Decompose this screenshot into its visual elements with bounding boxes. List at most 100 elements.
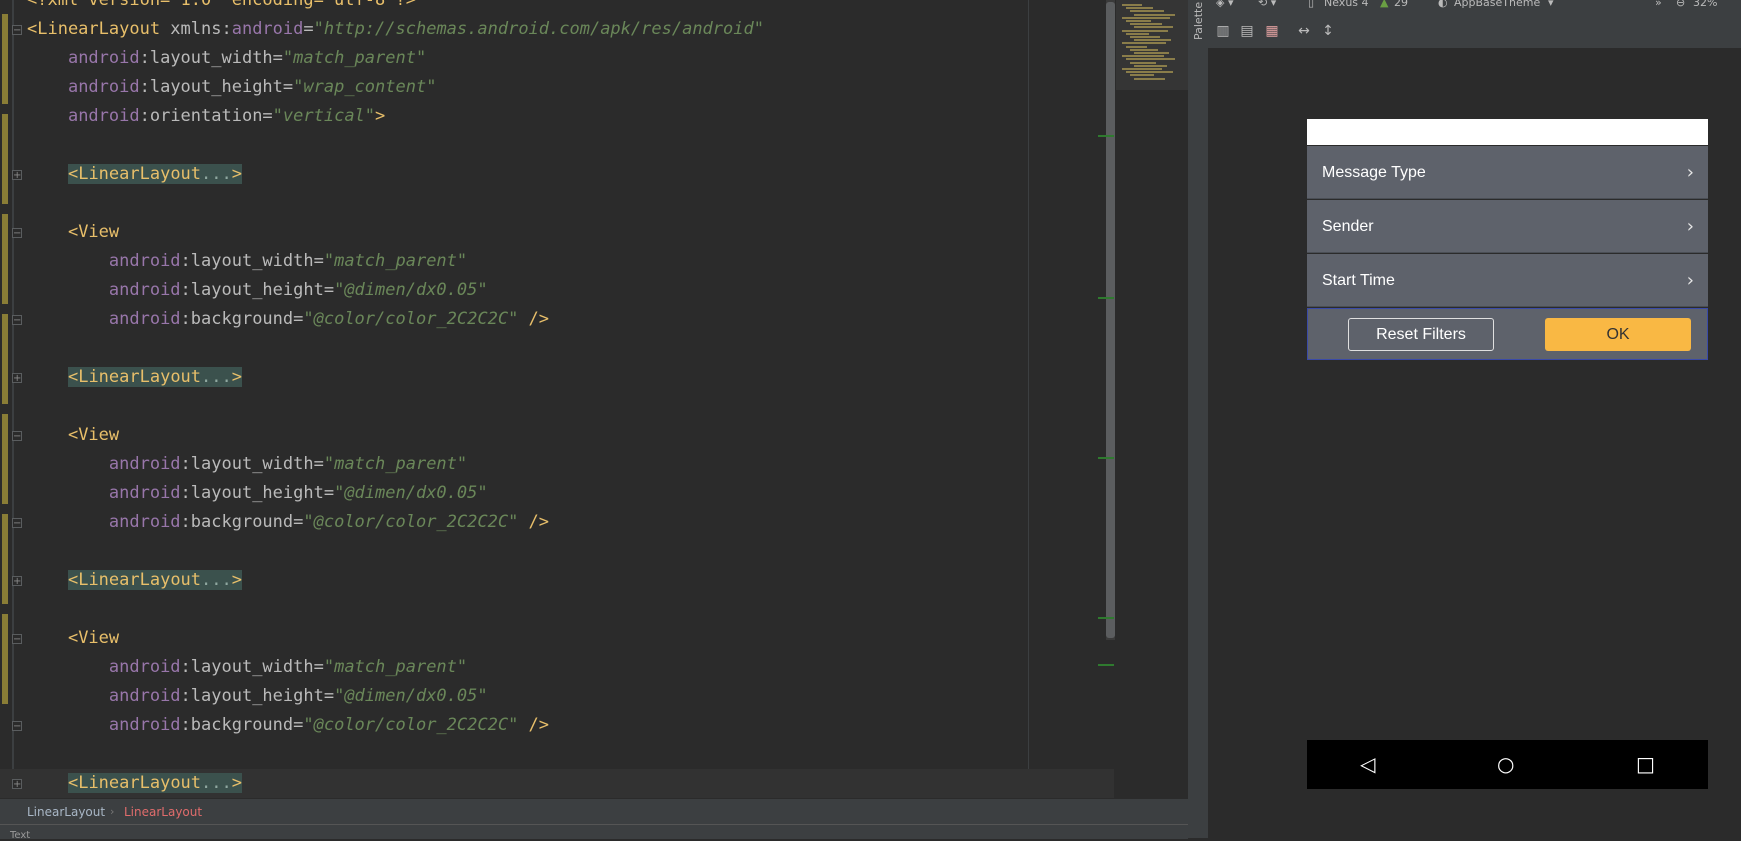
expand-fold-icon[interactable]: + <box>12 373 22 384</box>
vertical-guideline-icon[interactable]: ↕ <box>1320 23 1336 39</box>
expand-fold-icon[interactable]: + <box>12 576 22 587</box>
theme-selector[interactable]: AppBaseTheme <box>1454 0 1540 9</box>
code-line[interactable]: android:orientation="vertical"> <box>0 102 385 131</box>
code-line[interactable]: android:layout_width="match_parent" <box>0 653 467 682</box>
minimap-line <box>1126 58 1175 61</box>
recent-apps-icon[interactable]: □ <box>1636 751 1655 777</box>
scroll-marker <box>1098 617 1114 619</box>
code-line[interactable]: android:layout_height="wrap_content" <box>0 73 436 102</box>
scroll-marker <box>1098 135 1114 137</box>
minimap-line <box>1134 64 1167 67</box>
xml-namespace: android <box>67 106 140 126</box>
breadcrumb-item[interactable]: LinearLayout <box>27 799 105 825</box>
xml-tag: <View <box>67 425 120 445</box>
code-editor[interactable]: <?xml version="1.0" encoding="utf-8"?> <L… <box>0 0 1116 798</box>
zoom-out-icon[interactable]: ⊖ <box>1676 0 1685 9</box>
palette-tab[interactable] <box>1192 0 1209 838</box>
menu-row-sender[interactable]: Sender › <box>1307 200 1708 253</box>
collapse-fold-icon[interactable]: − <box>12 518 22 529</box>
code-line[interactable]: <LinearLayout xmlns:android="http://sche… <box>0 15 764 44</box>
menu-row-label: Sender <box>1322 218 1374 235</box>
xml-value: "match_parent" <box>323 454 468 474</box>
text-tab[interactable]: Text <box>10 830 30 841</box>
code-line[interactable]: android:layout_height="@dimen/dx0.05" <box>0 479 488 508</box>
scrollbar-thumb[interactable] <box>1106 2 1115 638</box>
collapse-fold-icon[interactable]: − <box>12 721 22 732</box>
minimap-line <box>1134 13 1175 16</box>
device-selector[interactable]: Nexus 4 <box>1324 0 1369 9</box>
collapsed-fold[interactable]: <LinearLayout...> <box>67 773 242 793</box>
scroll-marker <box>1098 297 1114 299</box>
breadcrumb: LinearLayout › LinearLayout <box>0 798 1188 825</box>
breadcrumb-separator: › <box>110 805 115 818</box>
xml-close: > <box>231 164 242 184</box>
autoconnect-icon[interactable]: ▦ <box>1264 23 1280 39</box>
change-marker <box>2 114 8 204</box>
orientation-icon[interactable]: ⟲ ▾ <box>1258 0 1276 9</box>
minimap-line <box>1122 4 1142 6</box>
change-marker <box>2 314 8 404</box>
code-line[interactable]: android:layout_width="match_parent" <box>0 44 426 73</box>
xml-namespace: android <box>108 251 181 271</box>
api-selector[interactable]: 29 <box>1394 0 1408 9</box>
menu-row-start-time[interactable]: Start Time › <box>1307 254 1708 307</box>
xml-attr: :layout_width= <box>180 454 324 474</box>
xml-attr: :background= <box>180 512 304 532</box>
menu-row-message-type[interactable]: Message Type › <box>1307 146 1708 199</box>
code-line[interactable]: android:layout_width="match_parent" <box>0 247 467 276</box>
xml-tag: <LinearLayout <box>27 19 161 39</box>
collapse-fold-icon[interactable]: − <box>12 228 22 239</box>
ok-button[interactable]: OK <box>1545 318 1691 351</box>
xml-value: "@color/color_2C2C2C" <box>303 309 519 329</box>
menu-row-label: Message Type <box>1322 164 1426 181</box>
reset-filters-button[interactable]: Reset Filters <box>1348 318 1494 351</box>
blueprint-icon[interactable]: ▤ <box>1239 23 1255 39</box>
minimap-line <box>1122 29 1168 32</box>
code-line[interactable]: <?xml version="1.0" encoding="utf-8"?> <box>0 0 416 15</box>
collapse-fold-icon[interactable]: − <box>12 315 22 326</box>
code-minimap[interactable] <box>1116 0 1188 90</box>
minimap-line <box>1130 61 1156 64</box>
code-line[interactable]: android:layout_height="@dimen/dx0.05" <box>0 682 488 711</box>
theme-dropdown-icon[interactable]: ▾ <box>1548 0 1554 9</box>
device-icon: ▯ <box>1308 0 1315 9</box>
code-line[interactable]: <LinearLayout...> <box>0 160 242 189</box>
xml-value: "@dimen/dx0.05" <box>334 686 488 706</box>
minimap-line <box>1130 36 1160 38</box>
minimap-line <box>1134 77 1165 80</box>
collapsed-fold[interactable]: <LinearLayout...> <box>67 570 242 590</box>
code-line[interactable]: <LinearLayout...> <box>0 363 242 392</box>
xml-value: "@dimen/dx0.05" <box>334 483 488 503</box>
xml-namespace: android <box>108 483 181 503</box>
code-line[interactable]: android:background="@color/color_2C2C2C"… <box>0 305 549 334</box>
expand-fold-icon[interactable]: + <box>12 170 22 181</box>
design-toolbar <box>1208 14 1741 49</box>
code-line[interactable]: <LinearLayout...> <box>0 566 242 595</box>
collapsed-fold[interactable]: <LinearLayout...> <box>67 164 242 184</box>
breadcrumb-item-current[interactable]: LinearLayout <box>124 799 202 825</box>
code-line[interactable]: android:background="@color/color_2C2C2C"… <box>0 711 549 740</box>
change-marker <box>2 614 8 704</box>
back-icon[interactable]: ◁ <box>1360 751 1375 777</box>
code-line[interactable]: android:layout_width="match_parent" <box>0 450 467 479</box>
collapse-fold-icon[interactable]: − <box>12 25 22 36</box>
code-line[interactable]: <LinearLayout...> <box>0 769 1114 798</box>
design-mode-icon[interactable]: ▥ <box>1215 23 1231 39</box>
collapsed-fold[interactable]: <LinearLayout...> <box>67 367 242 387</box>
code-line[interactable]: android:layout_height="@dimen/dx0.05" <box>0 276 488 305</box>
xml-value: "match_parent" <box>282 48 427 68</box>
xml-value: "@color/color_2C2C2C" <box>303 512 519 532</box>
expand-fold-icon[interactable]: + <box>12 779 22 790</box>
code-line[interactable]: android:background="@color/color_2C2C2C"… <box>0 508 549 537</box>
code-line[interactable] <box>0 740 27 769</box>
xml-attr: :background= <box>180 309 304 329</box>
layers-icon[interactable]: ◈ ▾ <box>1216 0 1233 9</box>
horizontal-guideline-icon[interactable]: ↔ <box>1296 23 1312 39</box>
home-icon[interactable]: ○ <box>1497 751 1514 777</box>
chevron-right-icon: › <box>1686 216 1694 237</box>
collapse-fold-icon[interactable]: − <box>12 431 22 442</box>
palette-tab-label[interactable]: Palette <box>1192 0 1208 40</box>
xml-close: > <box>231 773 242 793</box>
more-icon[interactable]: » <box>1655 0 1662 9</box>
collapse-fold-icon[interactable]: − <box>12 634 22 645</box>
